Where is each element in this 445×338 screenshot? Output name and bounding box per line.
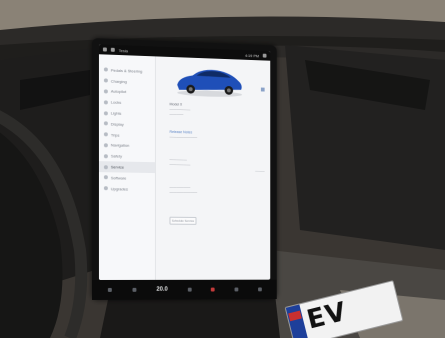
settings-menu: Pedals & Steering Charging Autopilot Locks L…	[98, 54, 156, 280]
plate-text: EV	[303, 296, 350, 336]
car-icon[interactable]	[108, 287, 113, 292]
status-spacer	[132, 51, 241, 55]
menu-item-icon	[103, 78, 108, 83]
signal-icon	[262, 53, 267, 58]
fan-icon[interactable]	[132, 287, 137, 292]
menu-item-icon	[103, 186, 108, 191]
menu-item-label: Lights	[110, 110, 122, 116]
menu-item-label: Service	[110, 164, 124, 170]
menu-item-icon	[103, 89, 108, 94]
touchscreen: Tesla 4:19 PM Pedals & Steering Charging A…	[98, 44, 271, 280]
service-info: —————— ————————	[170, 185, 198, 195]
menu-item-label: Software	[110, 175, 127, 181]
menu-item-icon	[103, 121, 108, 126]
menu-item-label: Safety	[110, 153, 123, 159]
side-link[interactable]: ———	[255, 169, 265, 173]
menu-item-icon	[103, 67, 108, 72]
menu-item-label: Locks	[110, 99, 122, 106]
menu-item-icon	[103, 110, 108, 116]
car-image	[177, 68, 243, 98]
defrost-icon[interactable]	[211, 287, 216, 292]
software-info: Release Notes ————————	[170, 130, 198, 141]
software-line: ————————	[169, 134, 198, 140]
menu-item-icon	[103, 175, 108, 180]
menu-item-label: Charging	[110, 78, 127, 84]
autopilot-line-2: ——————	[169, 162, 191, 167]
bottom-dock: 20.0	[92, 279, 277, 300]
autopilot-info: ————— ——————	[170, 158, 191, 168]
lock-icon[interactable]	[102, 47, 107, 52]
settings-content: Model X —————— ———— Release Notes ——————…	[156, 56, 270, 279]
wifi-icon	[110, 47, 115, 52]
volume-icon[interactable]	[257, 287, 262, 292]
status-time: 4:19 PM	[245, 52, 260, 58]
menu-item-label: Autopilot	[110, 89, 127, 95]
model-spec-line-2: ————	[169, 112, 184, 117]
touchscreen-bezel: Tesla 4:19 PM Pedals & Steering Charging A…	[92, 38, 277, 300]
menu-item-icon	[103, 100, 108, 105]
menu-item-label: Upgrades	[110, 185, 128, 192]
menu-item[interactable]: Upgrades	[99, 183, 155, 195]
menu-item-icon	[103, 154, 108, 159]
menu-item-icon	[103, 132, 108, 137]
phone-icon[interactable]	[234, 287, 239, 292]
temperature-readout[interactable]: 20.0	[156, 287, 167, 293]
status-title: Tesla	[118, 47, 128, 53]
menu-item[interactable]: Software	[99, 172, 155, 184]
settings-body: Pedals & Steering Charging Autopilot Locks L…	[98, 54, 270, 280]
service-line-2: ————————	[169, 190, 198, 195]
car-interior-photo: Tesla 4:19 PM Pedals & Steering Charging A…	[0, 0, 445, 338]
menu-item-label: Trips	[110, 132, 120, 138]
model-info: Model X —————— ————	[170, 102, 191, 117]
menu-item-icon	[103, 164, 108, 169]
seat-heat-icon[interactable]	[187, 287, 192, 292]
menu-item-label: Navigation	[110, 142, 130, 149]
menu-item-label: Pedals & Steering	[110, 67, 143, 74]
info-badge[interactable]	[260, 87, 265, 92]
menu-item-label: Display	[110, 121, 124, 127]
schedule-service-button[interactable]: Schedule Service	[169, 216, 197, 225]
menu-item-icon	[103, 143, 108, 148]
